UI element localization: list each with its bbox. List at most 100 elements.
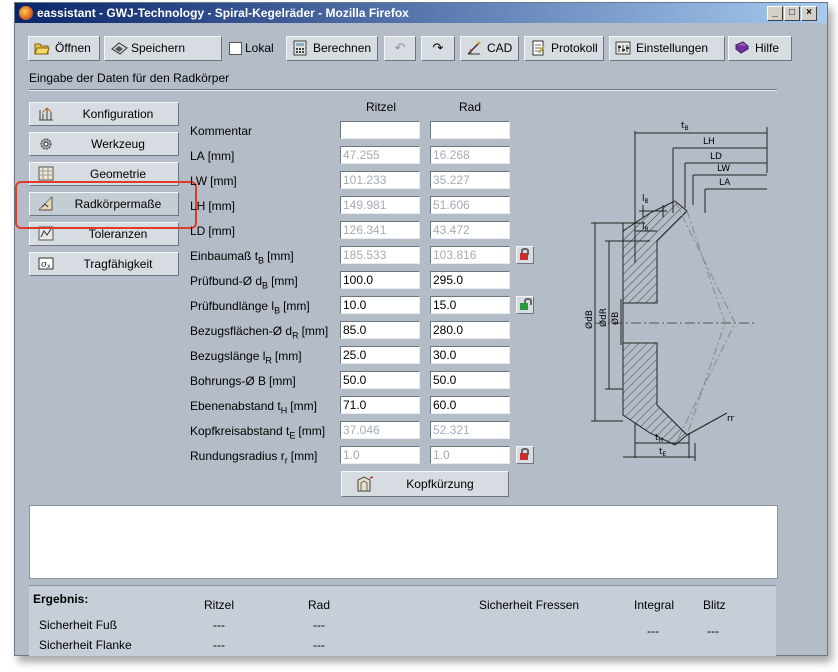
column-header-pinion: Ritzel [366,100,397,114]
row-label-unit: [mm] [298,424,326,438]
calculator-icon [292,40,308,56]
label-LD: LD [710,152,722,162]
row-label-unit: [mm] [290,399,317,413]
lock-button[interactable] [516,446,534,464]
wheel-input[interactable]: 52.321 [430,421,510,439]
row-label: Ebenenabstand tH [mm] [190,399,317,415]
row-label-unit: [mm] [267,249,294,263]
result-title: Ergebnis: [33,592,89,606]
result-col-flash: Blitz [703,598,726,612]
calculate-button[interactable]: Berechnen [286,36,378,61]
row-label-text: LA [190,149,205,163]
wheel-input[interactable]: 51.606 [430,196,510,214]
gear-section-upper [622,200,688,304]
label-LH: LH [703,137,715,147]
label-LA: LA [719,178,731,188]
row-label-unit: [mm] [274,349,302,363]
pinion-input[interactable] [340,121,420,139]
nav-tool[interactable]: Werkzeug [29,132,179,156]
result-row-root-wheel: --- [313,618,325,632]
minimize-button[interactable]: _ [767,6,783,21]
row-label: Bohrungs-Ø B [mm] [190,374,296,390]
wheel-input[interactable]: 60.0 [430,396,510,414]
row-label-subscript: R [292,330,299,341]
save-button[interactable]: Speichern [104,36,222,61]
undo-icon: ↶ [394,40,406,55]
wheel-input[interactable]: 103.816 [430,246,510,264]
pinion-input[interactable]: 126.341 [340,221,420,239]
row-label: LD [mm] [190,224,235,240]
nav-load-capacity[interactable]: σx Tragfähigkeit [29,252,179,276]
pinion-input[interactable]: 25.0 [340,346,420,364]
row-label-subscript: r [284,455,288,466]
result-flash-value: --- [707,624,719,638]
section-divider [29,89,777,91]
wheel-input[interactable]: 30.0 [430,346,510,364]
row-label-unit: [mm] [290,449,318,463]
row-label-text: Prüfbund-Ø d [190,274,263,288]
pinion-input[interactable]: 149.981 [340,196,420,214]
pinion-input[interactable]: 100.0 [340,271,420,289]
row-label-text: LH [190,199,206,213]
wheel-input[interactable]: 35.227 [430,171,510,189]
redo-button[interactable]: ↷ [421,36,455,61]
maximize-button[interactable]: □ [784,6,800,21]
pinion-input[interactable]: 10.0 [340,296,420,314]
row-label-text: Einbaumaß t [190,249,259,263]
wheel-input[interactable]: 16.268 [430,146,510,164]
row-label-unit: [mm] [269,374,296,388]
pinion-input[interactable]: 185.533 [340,246,420,264]
row-label: Einbaumaß tB [mm] [190,249,294,265]
pinion-input[interactable]: 85.0 [340,321,420,339]
protocol-button[interactable]: Protokoll [524,36,604,61]
label-B: ØB [610,312,621,325]
close-button[interactable]: × [801,6,817,21]
row-label: Bezugslänge lR [mm] [190,349,302,365]
column-header-wheel: Rad [459,100,482,114]
pinion-input[interactable]: 101.233 [340,171,420,189]
row-label-text: Kopfkreisabstand t [190,424,290,438]
tip-shortening-button[interactable]: Kopfkürzung [341,471,509,497]
wheel-input[interactable]: 280.0 [430,321,510,339]
unlock-button[interactable] [516,296,534,314]
undo-button[interactable]: ↶ [384,36,416,61]
row-label-subscript: B [258,255,265,266]
row-label-subscript: B [262,280,269,291]
wheel-input[interactable]: 1.0 [430,446,510,464]
pinion-input[interactable]: 47.255 [340,146,420,164]
nav-configuration[interactable]: Konfiguration [29,102,179,126]
checkbox-box[interactable] [229,42,242,55]
row-label-text: Bezugslänge l [190,349,266,363]
row-label-text: Rundungsradius r [190,449,285,463]
pinion-input[interactable]: 71.0 [340,396,420,414]
settings-button[interactable]: Einstellungen [609,36,725,61]
section-title: Eingabe der Daten für den Radkörper [29,71,230,85]
wheel-input[interactable]: 43.472 [430,221,510,239]
help-button[interactable]: Hilfe [728,36,792,61]
load-capacity-icon: σx [38,256,54,271]
message-area [29,505,778,579]
browser-window: eassistant - GWJ-Technology - Spiral-Keg… [14,2,828,656]
result-integral-value: --- [647,624,659,638]
pinion-input[interactable]: 37.046 [340,421,420,439]
wheel-input[interactable]: 295.0 [430,271,510,289]
gear-section-lower [622,342,688,446]
open-button[interactable]: Öffnen [28,36,100,61]
lock-button[interactable] [516,246,534,264]
result-panel: Ergebnis: Ritzel Rad Sicherheit Fressen … [29,585,776,656]
help-book-icon [734,40,750,56]
wheel-input[interactable] [430,121,510,139]
redo-icon: ↷ [432,40,444,55]
floppy-disk-icon [110,40,128,56]
row-label: LW [mm] [190,174,237,190]
cad-button[interactable]: CAD [460,36,519,61]
row-label: LA [mm] [190,149,234,165]
result-col-integral: Integral [634,598,675,612]
label-dR: ØdR [598,308,609,327]
cad-drawing-icon [466,40,482,56]
row-label-text: Ebenenabstand t [190,399,281,413]
wheel-input[interactable]: 50.0 [430,371,510,389]
pinion-input[interactable]: 50.0 [340,371,420,389]
wheel-input[interactable]: 15.0 [430,296,510,314]
pinion-input[interactable]: 1.0 [340,446,420,464]
